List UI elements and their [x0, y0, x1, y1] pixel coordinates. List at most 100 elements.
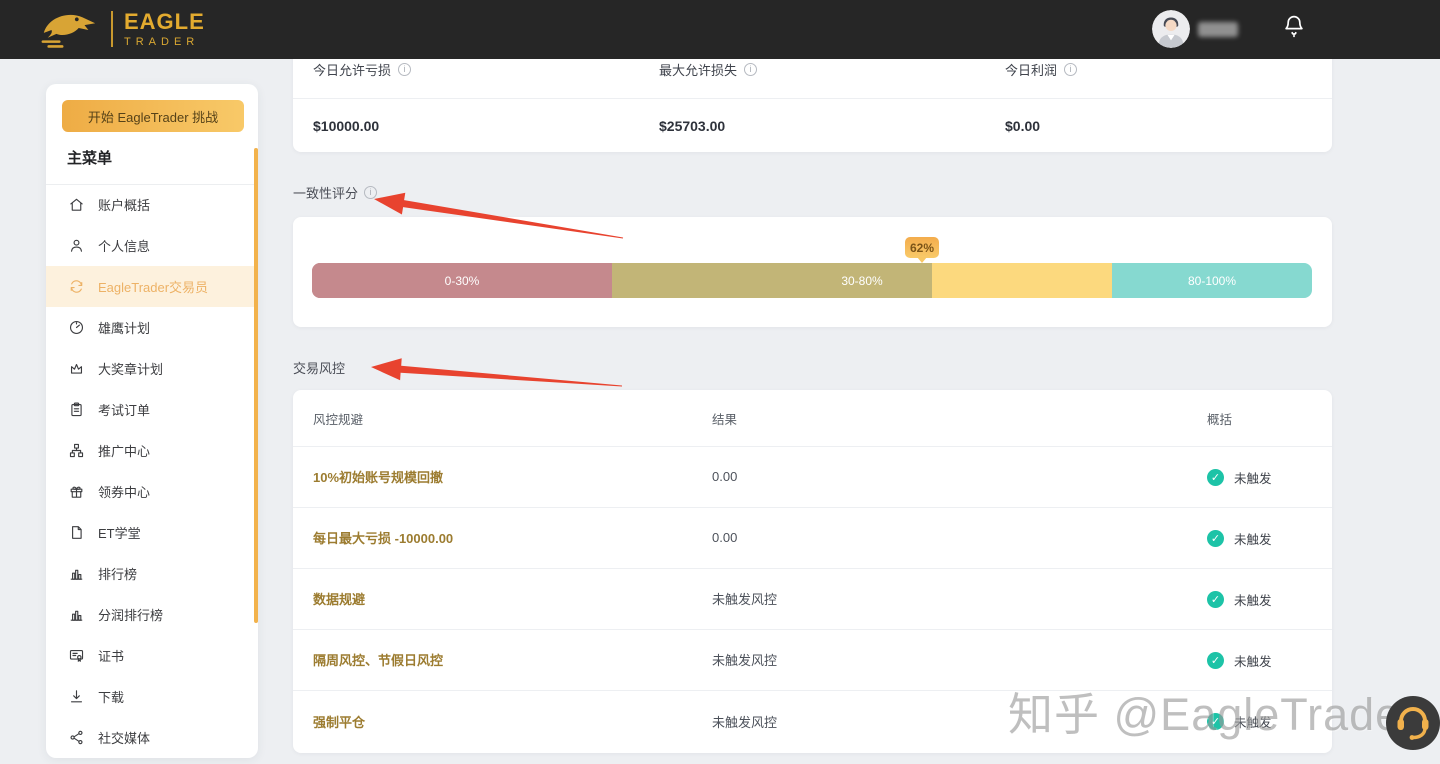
stat-label-cell: 最大允许损失 i [639, 60, 985, 79]
sidebar-menu: 账户概括个人信息 EagleTrader交易员雄鹰计划大奖章计划考试订单推广中心领… [46, 184, 258, 758]
consistency-score-bar: 0-30%30-80%80-100% [312, 263, 1312, 298]
risk-section-label: 交易风控 [293, 358, 345, 377]
info-icon[interactable]: i [398, 63, 411, 76]
person-icon [68, 237, 85, 254]
gift-icon [68, 483, 85, 500]
sidebar-item-label: 雄鹰计划 [98, 318, 150, 337]
sidebar-item-13[interactable]: 下载 [46, 676, 258, 717]
rule-name: 10%初始账号规模回撤 [313, 470, 443, 485]
score-segment-label: 80-100% [1188, 263, 1236, 298]
consistency-section-label: 一致性评分 i [293, 183, 377, 202]
user-menu[interactable] [1152, 10, 1238, 48]
home-icon [68, 196, 85, 213]
sidebar: 开始 EagleTrader 挑战 主菜单 账户概括个人信息EagleTrade… [46, 84, 258, 758]
user-name-redacted [1198, 22, 1238, 37]
check-circle-icon: ✓ [1207, 713, 1224, 730]
score-segment-fill [612, 263, 932, 298]
sidebar-item-label: 考试订单 [98, 400, 150, 419]
rule-result: 0.00 [712, 469, 737, 484]
network-icon [68, 442, 85, 459]
crown-icon [68, 360, 85, 377]
risk-title: 交易风控 [293, 358, 345, 377]
sidebar-item-12[interactable]: 证书 [46, 635, 258, 676]
sidebar-item-9[interactable]: ET学堂 [46, 512, 258, 553]
start-challenge-button[interactable]: 开始 EagleTrader 挑战 [62, 100, 244, 132]
sidebar-item-label: EagleTrader交易员 [98, 277, 208, 296]
sidebar-item-11[interactable]: 分润排行榜 [46, 594, 258, 635]
status-text: 未触发 [1234, 529, 1272, 548]
share-icon [68, 729, 85, 746]
sidebar-item-3[interactable]: EagleTrader交易员 [46, 266, 258, 307]
info-icon[interactable]: i [1064, 63, 1077, 76]
rule-result: 0.00 [712, 530, 737, 545]
support-chat-button[interactable] [1384, 694, 1440, 752]
sidebar-item-2[interactable]: 个人信息 [46, 225, 258, 266]
brand-divider [111, 11, 113, 47]
sidebar-item-4[interactable]: 雄鹰计划 [46, 307, 258, 348]
sidebar-item-label: 分润排行榜 [98, 605, 163, 624]
stat-label-cell: 今日利润 i [985, 60, 1331, 79]
eagle-logo-icon [38, 7, 100, 51]
consistency-title: 一致性评分 [293, 183, 358, 202]
sidebar-item-label: 账户概括 [98, 195, 150, 214]
stat-label: 今日利润 [1005, 60, 1057, 79]
risk-table-row: 隔周风控、节假日风控未触发风控✓未触发 [293, 630, 1332, 691]
rule-status: ✓ 未触发 [1207, 712, 1332, 731]
sync-icon [68, 278, 85, 295]
brand[interactable]: EAGLE TRADER [38, 7, 205, 51]
stat-label-cell: 今日允许亏损i [293, 60, 639, 79]
sidebar-item-label: 社交媒体 [98, 728, 150, 747]
info-icon[interactable]: i [744, 63, 757, 76]
risk-table-card: 风控规避结果概括 10%初始账号规模回撤0.00✓未触发每日最大亏损 -1000… [293, 390, 1332, 753]
risk-table-body: 10%初始账号规模回撤0.00✓未触发每日最大亏损 -10000.000.00✓… [293, 447, 1332, 752]
status-text: 未触发 [1234, 651, 1272, 670]
sidebar-item-label: 下载 [98, 687, 124, 706]
stat-label: 最大允许损失 [659, 60, 737, 79]
score-tooltip: 62% [905, 237, 939, 258]
risk-header-1: 风控规避 [293, 409, 712, 428]
sidebar-scrollbar[interactable] [254, 148, 258, 623]
topbar: EAGLE TRADER [0, 0, 1440, 59]
sidebar-item-5[interactable]: 大奖章计划 [46, 348, 258, 389]
certificate-icon [68, 647, 85, 664]
clipboard-icon [68, 401, 85, 418]
check-circle-icon: ✓ [1207, 652, 1224, 669]
check-circle-icon: ✓ [1207, 469, 1224, 486]
avatar[interactable] [1152, 10, 1190, 48]
sidebar-item-label: 大奖章计划 [98, 359, 163, 378]
sidebar-item-label: 排行榜 [98, 564, 137, 583]
risk-header-3: 概括 [1207, 409, 1332, 428]
stat-value-cell: $25703.00 [639, 118, 985, 134]
gauge-icon [68, 319, 85, 336]
rule-result: 未触发风控 [712, 592, 777, 607]
rule-name: 强制平仓 [313, 715, 365, 730]
rule-name: 数据规避 [313, 592, 365, 607]
consistency-card: 62% 0-30%30-80%80-100% [293, 217, 1332, 327]
risk-table-row: 强制平仓 未触发风控 ✓ 未触发 [293, 691, 1332, 752]
brand-name: EAGLE [124, 11, 205, 33]
notification-bell-icon[interactable] [1282, 13, 1306, 39]
status-text: 未触发 [1234, 468, 1272, 487]
risk-table-row: 每日最大亏损 -10000.000.00✓未触发 [293, 508, 1332, 569]
rule-status: ✓未触发 [1207, 590, 1332, 609]
sidebar-item-14[interactable]: 社交媒体 [46, 717, 258, 758]
red-arrow-risk [371, 358, 622, 386]
sidebar-item-6[interactable]: 考试订单 [46, 389, 258, 430]
sidebar-item-1[interactable]: 账户概括 [46, 184, 258, 225]
stats-value-row: $10000.00 $25703.00$0.00 [293, 99, 1332, 152]
stat-value-cell: $0.00 [985, 118, 1331, 134]
page: EAGLE TRADER 开始 Eagl [0, 0, 1440, 764]
sidebar-item-10[interactable]: 排行榜 [46, 553, 258, 594]
sidebar-item-7[interactable]: 推广中心 [46, 430, 258, 471]
bar-chart-icon [68, 565, 85, 582]
info-icon[interactable]: i [364, 186, 377, 199]
status-text: 未触发 [1234, 712, 1272, 731]
risk-header-2: 结果 [712, 409, 1207, 428]
stat-value: $10000.00 [313, 118, 379, 134]
rule-result: 未触发风控 [712, 715, 777, 730]
sidebar-item-8[interactable]: 领券中心 [46, 471, 258, 512]
score-segment-label: 0-30% [445, 263, 480, 298]
bar-chart-icon [68, 606, 85, 623]
rule-name: 每日最大亏损 -10000.00 [313, 531, 453, 546]
sidebar-item-label: 领券中心 [98, 482, 150, 501]
